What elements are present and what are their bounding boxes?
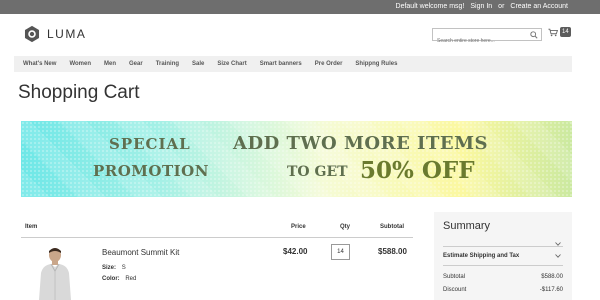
product-option-size: Size: S: [102, 265, 126, 271]
summary-discount-row: Discount -$117.60: [443, 287, 563, 293]
welcome-message: Default welcome msg!: [395, 3, 465, 10]
chevron-down-icon[interactable]: [555, 242, 561, 246]
column-header-item: Item: [25, 224, 38, 230]
nav-item-size-chart[interactable]: Size Chart: [217, 61, 246, 67]
column-header-subtotal: Subtotal: [380, 224, 404, 230]
quantity-input[interactable]: 14: [331, 244, 350, 260]
nav-item-shipping-rules[interactable]: Shippng Rules: [355, 61, 397, 67]
product-option-color: Color: Red: [102, 276, 136, 282]
search-input[interactable]: [433, 35, 527, 47]
page-title: Shopping Cart: [18, 82, 140, 103]
product-price: $42.00: [283, 247, 308, 256]
chevron-down-icon[interactable]: [555, 254, 561, 258]
or-text: or: [498, 3, 505, 10]
estimate-shipping-toggle[interactable]: Estimate Shipping and Tax: [443, 253, 519, 259]
search-box: [432, 28, 542, 47]
logo[interactable]: LUMA: [23, 25, 86, 43]
product-name-link[interactable]: Beaumont Summit Kit: [102, 248, 179, 257]
summary-divider: [443, 246, 563, 247]
nav-item-pre-order[interactable]: Pre Order: [315, 61, 343, 67]
summary-subtotal-label: Subtotal: [443, 274, 466, 280]
top-bar: Default welcome msg! Sign In or Create a…: [0, 0, 600, 14]
cart-table-header: Item Price Qty Subtotal: [21, 222, 413, 238]
header: LUMA 14: [0, 14, 600, 56]
nav-item-gear[interactable]: Gear: [129, 61, 143, 67]
column-header-qty: Qty: [340, 224, 351, 230]
option-color-value: Red: [125, 276, 137, 282]
banner-to-get-text: TO GET: [287, 164, 348, 180]
option-color-label: Color:: [102, 276, 120, 282]
nav-item-whats-new[interactable]: What's New: [23, 61, 56, 67]
search-icon[interactable]: [530, 31, 538, 39]
banner-promotion-text: PROMOTION: [93, 162, 209, 180]
product-thumbnail[interactable]: [27, 245, 83, 300]
product-subtotal: $588.00: [378, 247, 407, 256]
nav-item-training[interactable]: Training: [156, 61, 179, 67]
summary-title: Summary: [443, 220, 491, 232]
minicart[interactable]: 14: [548, 27, 571, 37]
sign-in-link[interactable]: Sign In: [470, 3, 492, 10]
promotion-banner[interactable]: SPECIAL PROMOTION ADD TWO MORE ITEMS TO …: [21, 121, 572, 197]
summary-discount-value: -$117.60: [539, 287, 563, 293]
luma-logo-icon: [24, 25, 40, 43]
summary-subtotal-value: $588.00: [541, 274, 563, 280]
logo-text: LUMA: [47, 27, 87, 41]
banner-add-items-text: ADD TWO MORE ITEMS: [233, 133, 489, 154]
banner-special-text: SPECIAL: [109, 135, 191, 153]
nav-item-men[interactable]: Men: [104, 61, 116, 67]
banner-discount-text: 50% OFF: [360, 157, 475, 184]
cart-count-badge: 14: [560, 27, 571, 37]
option-size-label: Size:: [102, 265, 117, 271]
cart-icon: [548, 28, 558, 36]
order-summary: Summary Estimate Shipping and Tax Subtot…: [434, 212, 572, 300]
nav-item-sale[interactable]: Sale: [192, 61, 204, 67]
header-links: Default welcome msg! Sign In or Create a…: [396, 3, 568, 10]
create-account-link[interactable]: Create an Account: [510, 3, 568, 10]
summary-discount-label: Discount: [443, 287, 467, 293]
nav-item-smart-banners[interactable]: Smart banners: [260, 61, 302, 67]
nav-item-women[interactable]: Women: [69, 61, 91, 67]
summary-subtotal-row: Subtotal $588.00: [443, 274, 563, 280]
main-navigation: What's New Women Men Gear Training Sale …: [14, 56, 572, 72]
summary-divider: [443, 265, 563, 266]
column-header-price: Price: [291, 224, 306, 230]
option-size-value: S: [121, 265, 126, 271]
